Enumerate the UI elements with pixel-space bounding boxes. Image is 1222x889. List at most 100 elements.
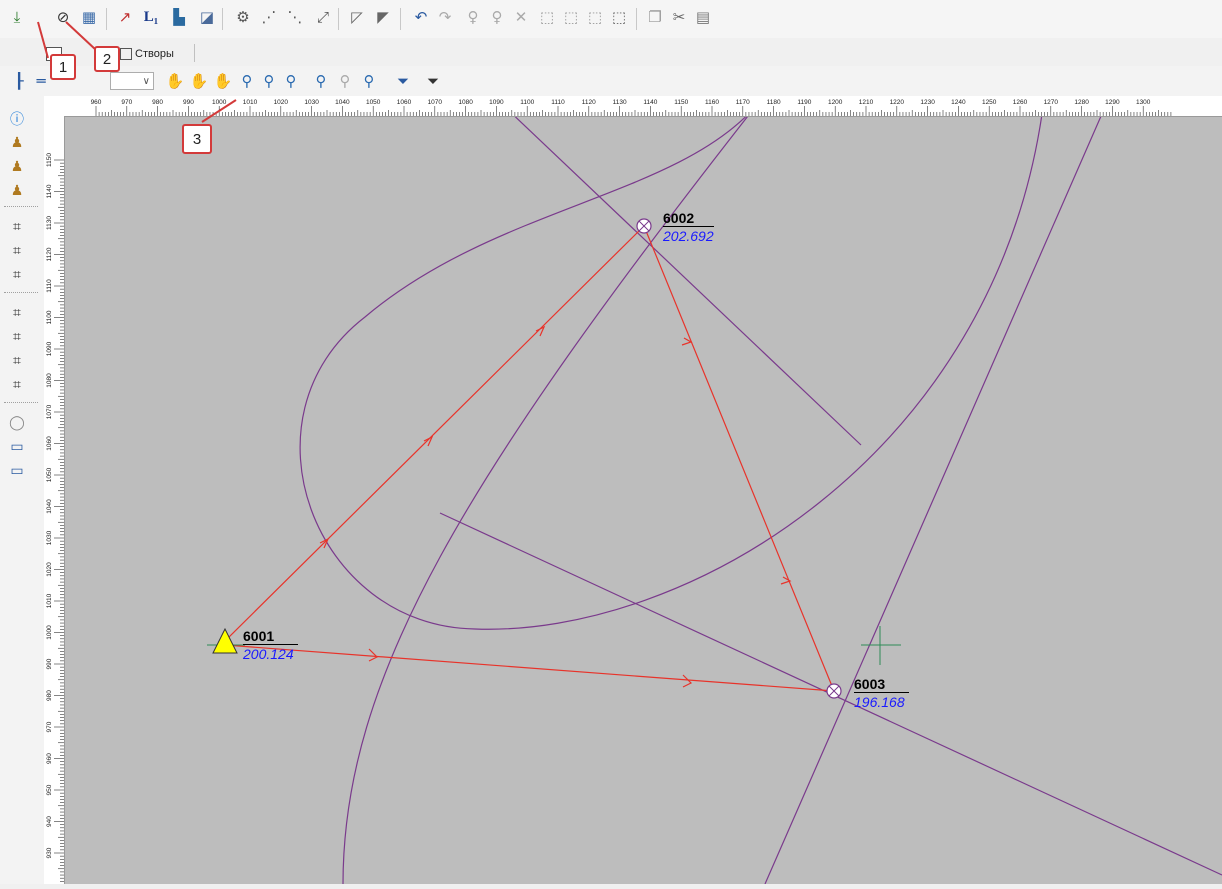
frame-icon[interactable]: ⌗ — [6, 216, 28, 238]
table-2-icon[interactable]: ⌗ — [6, 326, 28, 348]
person-edit-icon[interactable]: ♟ — [6, 180, 28, 202]
zoom-extents-icon[interactable]: ⚲ — [310, 70, 332, 92]
point-name: 6002 — [663, 210, 714, 227]
ruler-label: 1150 — [674, 99, 688, 106]
zoom-out-icon[interactable]: ⚲ — [280, 70, 302, 92]
ruler-label: 1020 — [46, 562, 53, 577]
undo-icon[interactable]: ↶ — [410, 6, 432, 28]
triangle-icon[interactable]: ◸ — [346, 6, 368, 28]
select-remove-icon[interactable]: ⬚ — [584, 6, 606, 28]
cut-icon[interactable]: ✂ — [668, 6, 690, 28]
copy-icon[interactable]: ❐ — [644, 6, 666, 28]
ruler-label: 1060 — [46, 436, 53, 451]
bulb-off-icon[interactable]: ♀ — [486, 6, 508, 28]
ruler-label: 1030 — [304, 99, 319, 106]
bulb-icon[interactable]: ♀ — [462, 6, 484, 28]
separator — [4, 402, 38, 404]
ruler-label: 1000 — [46, 625, 53, 640]
zoom-in-icon[interactable]: ⚲ — [258, 70, 280, 92]
canvas-svg — [207, 117, 1222, 884]
ruler-label: 1030 — [46, 530, 53, 545]
zoom-prev-icon[interactable]: ⚲ — [334, 70, 356, 92]
ruler-label: 1200 — [828, 99, 843, 106]
ruler-label: 1170 — [736, 99, 750, 106]
ruler-label: 980 — [46, 690, 53, 701]
ruler-label: 1130 — [613, 99, 627, 106]
ruler-label: 960 — [46, 753, 53, 764]
ruler-label: 930 — [46, 847, 53, 858]
ruler-label: 1120 — [46, 247, 53, 261]
ruler-label: 1280 — [1074, 99, 1089, 106]
ruler-label: 940 — [46, 816, 53, 827]
callout-1: 1 — [50, 54, 76, 80]
ruler-label: 1100 — [46, 310, 53, 324]
vertical-ruler-svg: 1150114011301120111011001090108010701060… — [46, 153, 64, 882]
separator — [4, 206, 38, 208]
ruler-label: 990 — [46, 658, 53, 669]
ruler-label: 1070 — [46, 404, 53, 419]
ruler-label: 1180 — [767, 99, 781, 106]
alignment-arc-large[interactable] — [299, 117, 1043, 630]
ruler-label: 1210 — [859, 99, 874, 106]
ruler-label: 970 — [46, 721, 53, 732]
point-marker-6003[interactable] — [826, 683, 842, 699]
table-3-icon[interactable]: ⌗ — [6, 350, 28, 372]
ruler-label: 1050 — [46, 467, 53, 482]
separator — [400, 8, 401, 30]
triangle-fill-icon[interactable]: ◤ — [372, 6, 394, 28]
point-name: 6001 — [243, 628, 299, 645]
ruler-label: 1300 — [1136, 99, 1151, 106]
nodes-icon[interactable]: ⋰ — [258, 6, 280, 28]
paste-icon[interactable]: ▤ — [692, 6, 714, 28]
ruler-label: 1140 — [643, 99, 657, 106]
point-elevation: 202.692 — [663, 228, 714, 244]
ruler-label: 1040 — [46, 499, 53, 514]
ruler-label: 1230 — [920, 99, 935, 106]
select-add-icon[interactable]: ⬚ — [560, 6, 582, 28]
point-label-6003[interactable]: 6003 196.168 — [854, 676, 910, 711]
ruler-label: 1020 — [274, 99, 289, 106]
ruler-label: 1070 — [428, 99, 443, 106]
ruler-label: 1040 — [335, 99, 350, 106]
frame-2-icon[interactable]: ⌗ — [6, 240, 28, 262]
filter-icon[interactable]: ⏷ — [422, 70, 444, 92]
ruler-label: 1090 — [489, 99, 504, 106]
drawing-canvas[interactable]: 6002 202.692 6001 200.124 6003 196.168 — [65, 117, 1222, 884]
table-4-icon[interactable]: ⌗ — [6, 374, 28, 396]
ruler-label: 1110 — [551, 99, 565, 106]
point-label-6002[interactable]: 6002 202.692 — [663, 210, 714, 245]
redo-icon[interactable]: ↷ — [434, 6, 456, 28]
adjust-icon[interactable]: ⤢ — [312, 6, 334, 28]
table-icon[interactable]: ⌗ — [6, 302, 28, 324]
ruler-label: 1270 — [1044, 99, 1059, 106]
ruler-label: 1050 — [366, 99, 381, 106]
point-marker-6002[interactable] — [636, 218, 652, 234]
ruler-label: 1160 — [705, 99, 719, 106]
zoom-all-icon[interactable]: ⚲ — [358, 70, 380, 92]
filter-edit-icon[interactable]: ⏷ — [392, 70, 414, 92]
alignment-line-diagonal[interactable] — [505, 117, 862, 446]
ruler-label: 1010 — [46, 593, 53, 608]
stations-icon[interactable]: ⋱ — [284, 6, 306, 28]
station-marker-6001[interactable] — [207, 627, 245, 654]
separator — [4, 292, 38, 294]
point-elevation: 200.124 — [243, 646, 294, 662]
ruler-label: 1260 — [1013, 99, 1028, 106]
callout-3: 3 — [182, 124, 212, 154]
window-2-icon[interactable]: ▭ — [6, 460, 28, 482]
ruler-label: 1130 — [46, 216, 53, 230]
close-icon[interactable]: ✕ — [510, 6, 532, 28]
frame-3-icon[interactable]: ⌗ — [6, 264, 28, 286]
traverse-6001-6003[interactable] — [224, 644, 835, 692]
left-toolbar: ⓘ ♟ ♟ ♟ ⌗ ⌗ ⌗ ⌗ ⌗ ⌗ ⌗ ◯ ▭ ▭ — [0, 96, 45, 884]
point-label-6001[interactable]: 6001 200.124 — [243, 628, 299, 663]
ruler-label: 1100 — [520, 99, 534, 106]
ruler-label: 1290 — [1105, 99, 1120, 106]
comment-icon[interactable]: ◯ — [6, 412, 28, 434]
select-all-icon[interactable]: ⬚ — [608, 6, 630, 28]
select-icon[interactable]: ⬚ — [536, 6, 558, 28]
alignment-line-east[interactable] — [764, 117, 1105, 884]
ruler-label: 1080 — [46, 373, 53, 388]
window-icon[interactable]: ▭ — [6, 436, 28, 458]
separator — [636, 8, 637, 30]
